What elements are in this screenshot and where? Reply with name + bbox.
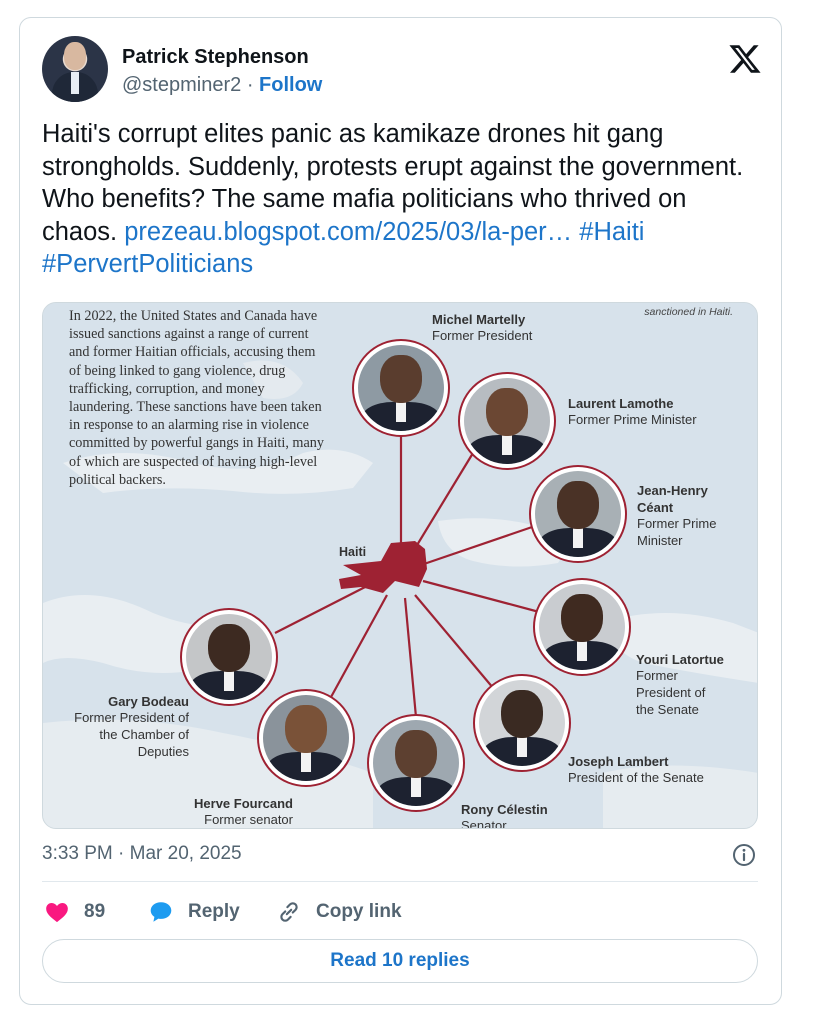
name-youri-latortue: Youri Latortue bbox=[636, 652, 724, 667]
portrait-laurent-lamothe bbox=[458, 372, 556, 470]
portrait-herve-fourcand bbox=[257, 689, 355, 787]
copy-link-label: Copy link bbox=[316, 901, 402, 922]
name-michel-martelly: Michel Martelly bbox=[432, 312, 526, 327]
author-avatar[interactable] bbox=[42, 36, 108, 102]
role-joseph-lambert: President of the Senate bbox=[568, 770, 704, 785]
corner-note: sanctioned in Haiti. bbox=[644, 306, 733, 318]
tweet-date: Mar 20, 2025 bbox=[129, 843, 242, 864]
read-replies-button[interactable]: Read 10 replies bbox=[42, 939, 758, 983]
separator-dot: · bbox=[246, 74, 254, 96]
follow-button[interactable]: Follow bbox=[259, 74, 322, 96]
x-logo-icon[interactable] bbox=[728, 42, 762, 76]
role-herve-fourcand: Former senator bbox=[204, 812, 293, 827]
author-name[interactable]: Patrick Stephenson bbox=[122, 46, 309, 69]
name-rony-celestin: Rony Célestin bbox=[461, 802, 548, 817]
tweet-card: Patrick Stephenson @stepminer2 · Follow … bbox=[19, 17, 782, 1005]
reply-label: Reply bbox=[188, 901, 240, 922]
name-herve-fourcand: Herve Fourcand bbox=[194, 796, 293, 811]
link-icon bbox=[280, 902, 298, 922]
portrait-youri-latortue bbox=[533, 578, 631, 676]
portrait-jean-henry-ceant bbox=[529, 465, 627, 563]
portrait-michel-martelly bbox=[352, 339, 450, 437]
haiti-label: Haiti bbox=[339, 545, 367, 559]
name-joseph-lambert: Joseph Lambert bbox=[568, 754, 669, 769]
tweet-timestamp[interactable]: 3:33 PM · Mar 20, 2025 bbox=[42, 843, 242, 865]
portrait-rony-celestin bbox=[367, 714, 465, 812]
like-count: 89 bbox=[84, 901, 106, 922]
role-youri-latortue: Former President of the Senate bbox=[636, 668, 706, 717]
name-laurent-lamothe: Laurent Lamothe bbox=[568, 396, 674, 411]
hashtag-haiti[interactable]: #Haiti bbox=[579, 218, 644, 246]
role-rony-celestin: Senator bbox=[461, 818, 507, 829]
divider bbox=[42, 881, 758, 882]
speech-bubble-icon bbox=[150, 902, 172, 922]
portrait-gary-bodeau bbox=[180, 608, 278, 706]
author-handle-row: @stepminer2 · Follow bbox=[122, 74, 322, 97]
like-button[interactable]: 89 bbox=[44, 894, 105, 930]
timestamp-separator: · bbox=[118, 843, 125, 864]
hashtag-pervert-politicians[interactable]: #PervertPoliticians bbox=[42, 250, 253, 278]
tweet-time: 3:33 PM bbox=[42, 843, 113, 864]
role-gary-bodeau: Former President of the Chamber of Deput… bbox=[74, 710, 189, 759]
action-bar: 89 Reply Copy link bbox=[42, 894, 758, 930]
copy-link-button[interactable]: Copy link bbox=[276, 894, 402, 930]
role-laurent-lamothe: Former Prime Minister bbox=[568, 412, 697, 427]
name-gary-bodeau: Gary Bodeau bbox=[108, 694, 189, 709]
author-handle[interactable]: @stepminer2 bbox=[122, 74, 241, 96]
tweet-link[interactable]: prezeau.blogspot.com/2025/03/la-per… bbox=[124, 218, 572, 246]
tweet-text: Haiti's corrupt elites panic as kamikaze… bbox=[42, 118, 757, 281]
intro-text: In 2022, the United States and Canada ha… bbox=[69, 308, 324, 488]
role-jean-henry-ceant: Former Prime Minister bbox=[637, 516, 717, 548]
tweet-header: Patrick Stephenson @stepminer2 · Follow bbox=[42, 36, 762, 104]
info-icon[interactable] bbox=[732, 843, 756, 867]
reply-button[interactable]: Reply bbox=[148, 894, 240, 930]
role-michel-martelly: Former President bbox=[432, 328, 533, 343]
name-jean-henry-ceant: Jean-Henry Céant bbox=[637, 483, 708, 515]
portrait-joseph-lambert bbox=[473, 674, 571, 772]
tweet-media-image[interactable]: In 2022, the United States and Canada ha… bbox=[42, 302, 758, 829]
heart-icon bbox=[46, 903, 68, 923]
